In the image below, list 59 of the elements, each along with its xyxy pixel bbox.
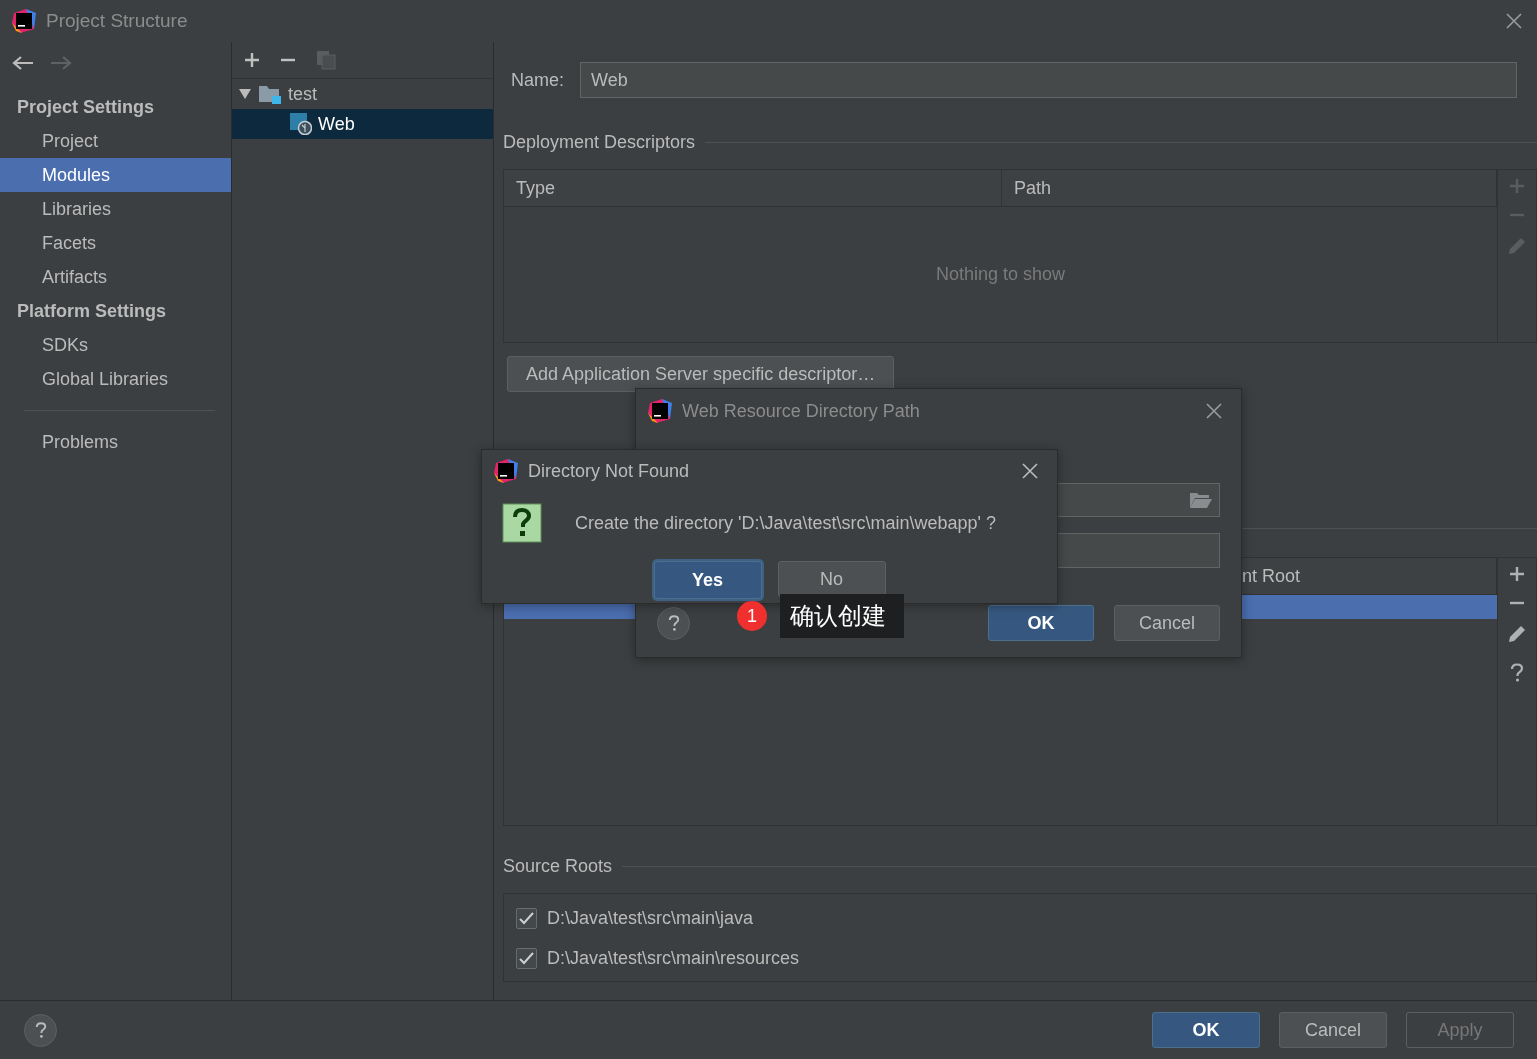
remove-icon[interactable]: [1509, 601, 1525, 605]
name-field[interactable]: Web: [580, 62, 1517, 98]
help-icon[interactable]: [1510, 663, 1524, 683]
close-icon[interactable]: [1205, 402, 1223, 420]
tree-label: Web: [318, 113, 355, 135]
tree-item[interactable]: Web: [232, 109, 493, 139]
window-title: Project Structure: [46, 10, 189, 32]
sidebar-item[interactable]: Libraries: [0, 192, 231, 226]
column-header: Path: [1002, 170, 1497, 206]
app-logo-icon: [494, 459, 518, 483]
folder-icon[interactable]: [1189, 491, 1213, 509]
back-icon[interactable]: [12, 55, 34, 71]
dialog-button[interactable]: Cancel: [1279, 1012, 1387, 1048]
edit-icon[interactable]: [1507, 624, 1527, 644]
help-button[interactable]: [24, 1013, 57, 1047]
sidebar-item[interactable]: Project: [0, 124, 231, 158]
add-descriptor-button[interactable]: Add Application Server specific descriptor…: [507, 356, 895, 392]
checkbox[interactable]: [516, 907, 537, 929]
section-heading: Platform Settings: [16, 299, 168, 323]
add-icon[interactable]: [244, 52, 260, 68]
source-root-path: D:\Java\test\src\main\java: [547, 907, 754, 929]
checkbox[interactable]: [516, 947, 537, 969]
dialog-title: Web Resource Directory Path: [682, 400, 921, 422]
sidebar-item[interactable]: Problems: [0, 425, 231, 459]
remove-icon[interactable]: [280, 58, 296, 62]
app-logo-icon: [648, 399, 672, 423]
source-root-path: D:\Java\test\src\main\resources: [547, 947, 800, 969]
section-title: Source Roots: [503, 855, 613, 877]
close-icon[interactable]: [1021, 462, 1039, 480]
web-module-icon: [290, 113, 312, 135]
expand-arrow-icon[interactable]: [238, 87, 252, 101]
dialog-button[interactable]: Cancel: [1114, 605, 1220, 641]
name-label: Name:: [511, 69, 564, 91]
dialog-message: Create the directory 'D:\Java\test\src\main\webapp' ?: [575, 512, 997, 534]
sidebar-item[interactable]: Global Libraries: [0, 362, 231, 396]
dialog-button[interactable]: OK: [1152, 1012, 1260, 1048]
section-title: Deployment Descriptors: [503, 131, 696, 153]
help-icon: [34, 1021, 47, 1039]
dialog-button[interactable]: OK: [988, 605, 1094, 641]
close-icon[interactable]: [1505, 12, 1523, 30]
callout-tooltip: 确认创建: [780, 594, 904, 638]
column-header: Type: [504, 170, 1002, 206]
sidebar-item[interactable]: Artifacts: [0, 260, 231, 294]
help-icon: [667, 614, 680, 632]
sidebar-item[interactable]: Facets: [0, 226, 231, 260]
add-icon[interactable]: [1509, 566, 1525, 582]
empty-message: Nothing to show: [935, 264, 1066, 285]
tree-item[interactable]: test: [232, 79, 493, 109]
sidebar-item[interactable]: Modules: [0, 158, 231, 192]
tree-label: test: [288, 83, 317, 105]
sidebar-item[interactable]: SDKs: [0, 328, 231, 362]
app-logo-icon: [12, 9, 36, 33]
section-heading: Project Settings: [16, 95, 156, 119]
dialog-button[interactable]: Yes: [653, 561, 762, 599]
folder-icon: [258, 84, 282, 104]
dialog-button[interactable]: No: [777, 561, 886, 597]
help-button[interactable]: [657, 606, 690, 640]
question-icon: [502, 503, 542, 543]
dialog-title: Directory Not Found: [528, 460, 691, 482]
